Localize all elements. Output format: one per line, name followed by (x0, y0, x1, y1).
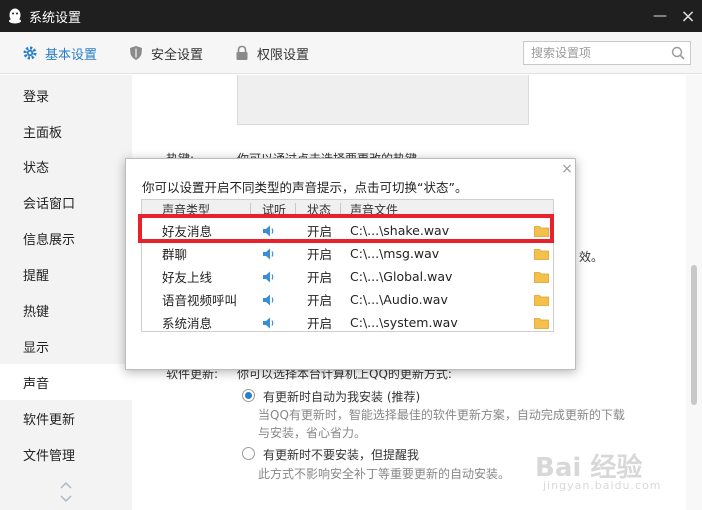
sidebar-item-status[interactable]: 状态 (0, 148, 132, 184)
speaker-icon[interactable] (262, 311, 276, 334)
sidebar-item-file-management[interactable]: 文件管理 (0, 436, 132, 472)
search-icon[interactable] (670, 45, 686, 61)
sound-status[interactable]: 开启 (307, 242, 332, 265)
lock-icon (234, 45, 250, 61)
title-bar: 系统设置 — × (0, 0, 702, 32)
sound-settings-popup: × 你可以设置开启不同类型的声音提示，点击可切换“状态”。 声音类型 试听 状态… (125, 158, 576, 370)
sidebar-item-info-display[interactable]: 信息展示 (0, 220, 132, 256)
radio-auto-update[interactable] (242, 389, 255, 402)
popup-close-button[interactable]: × (560, 161, 574, 177)
sidebar-item-hotkey[interactable]: 热键 (0, 292, 132, 328)
sound-status[interactable]: 开启 (307, 288, 332, 311)
shield-icon (128, 45, 144, 61)
table-row[interactable]: 系统消息 开启 C:\...\system.wav (142, 311, 553, 334)
search-input[interactable] (524, 42, 662, 64)
partial-text: 效。 (579, 250, 604, 264)
option-auto-desc: 当QQ有更新时，智能选择最佳的软件更新方案，自动完成更新的下载 (258, 408, 625, 422)
option-auto-label[interactable]: 有更新时自动为我安装 (推荐) (263, 388, 420, 405)
sound-file-path: C:\...\Global.wav (350, 269, 453, 284)
watermark-url: jingyan.baidu.com (543, 479, 662, 492)
close-button[interactable]: × (672, 0, 702, 32)
table-row[interactable]: 好友上线 开启 C:\...\Global.wav (142, 265, 553, 288)
tab-label: 安全设置 (151, 47, 204, 63)
tab-basic-settings[interactable]: 基本设置 (22, 32, 97, 74)
gear-icon (22, 45, 38, 61)
table-row[interactable]: 语音视频呼叫 开启 C:\...\Audio.wav (142, 288, 553, 311)
sound-file-path: C:\...\Audio.wav (350, 292, 448, 307)
scroll-down-icon[interactable] (59, 493, 73, 503)
speaker-icon[interactable] (262, 242, 276, 265)
folder-icon[interactable] (534, 242, 549, 265)
top-nav: 基本设置 安全设置 权限设置 (0, 32, 702, 74)
speaker-icon[interactable] (262, 265, 276, 288)
sound-type: 好友上线 (162, 270, 213, 285)
search-box[interactable] (523, 41, 691, 65)
folder-icon[interactable] (534, 265, 549, 288)
sound-file-path: C:\...\msg.wav (350, 246, 440, 261)
qq-logo-icon (7, 8, 23, 24)
sound-status[interactable]: 开启 (307, 311, 332, 334)
tab-security-settings[interactable]: 安全设置 (128, 32, 203, 74)
folder-icon[interactable] (534, 288, 549, 311)
tab-permission-settings[interactable]: 权限设置 (234, 32, 309, 74)
option-auto-desc-2: 与安装，省心省力。 (258, 426, 367, 440)
sound-status[interactable]: 开启 (307, 265, 332, 288)
sidebar-item-reminder[interactable]: 提醒 (0, 256, 132, 292)
sidebar-item-software-update[interactable]: 软件更新 (0, 400, 132, 436)
popup-description: 你可以设置开启不同类型的声音提示，点击可切换“状态”。 (142, 180, 468, 195)
sidebar-item-sound[interactable]: 声音 (0, 364, 132, 400)
settings-sidebar: 登录 主面板 状态 会话窗口 信息展示 提醒 热键 显示 声音 软件更新 文件管… (0, 75, 132, 510)
content-scrollbar[interactable] (686, 75, 702, 510)
sidebar-item-main-panel[interactable]: 主面板 (0, 113, 132, 149)
sound-type: 语音视频呼叫 (162, 293, 238, 308)
window-title: 系统设置 (29, 10, 82, 26)
sidebar-item-display[interactable]: 显示 (0, 328, 132, 364)
tab-label: 权限设置 (257, 47, 310, 63)
preview-area (237, 75, 529, 125)
folder-icon[interactable] (534, 311, 549, 334)
sound-type: 系统消息 (162, 316, 213, 331)
speaker-icon[interactable] (262, 288, 276, 311)
baidu-watermark: Bai 经验 jingyan.baidu.com (535, 447, 695, 497)
highlight-annotation (138, 214, 554, 243)
option-manual-desc: 此方式不影响安全补丁等重要更新的自动安装。 (258, 467, 511, 481)
tab-label: 基本设置 (45, 47, 98, 63)
sidebar-item-chat-window[interactable]: 会话窗口 (0, 184, 132, 220)
scroll-up-icon[interactable] (59, 479, 73, 489)
sound-file-path: C:\...\system.wav (350, 315, 458, 330)
scrollbar-thumb[interactable] (691, 265, 697, 405)
sidebar-item-login[interactable]: 登录 (0, 77, 132, 113)
sound-type: 群聊 (162, 247, 188, 262)
radio-manual-update[interactable] (242, 447, 255, 460)
option-manual-label[interactable]: 有更新时不要安装，但提醒我 (263, 446, 419, 463)
table-row[interactable]: 群聊 开启 C:\...\msg.wav (142, 242, 553, 265)
